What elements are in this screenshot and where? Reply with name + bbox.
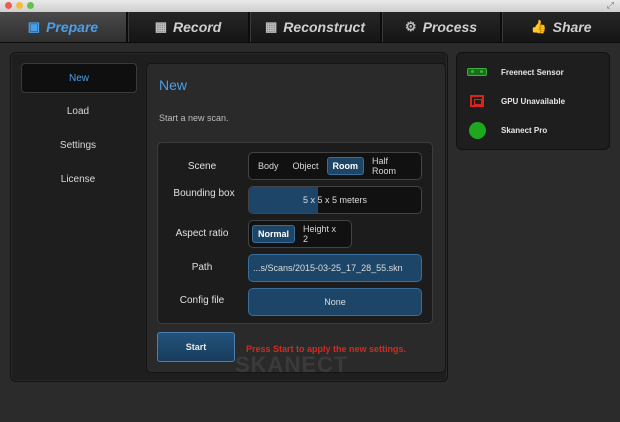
prepare-panel: New Load Settings License New Start a ne… (10, 52, 448, 382)
config-file-button[interactable]: None (248, 288, 422, 316)
gpu-icon (467, 92, 487, 110)
start-hint-text: Press Start to apply the new settings. (246, 344, 407, 354)
config-file-value: None (324, 297, 346, 307)
minimize-window-button[interactable] (16, 2, 23, 9)
aspect-option-height-x2[interactable]: Height x 2 (297, 220, 346, 248)
fullscreen-icon[interactable]: ⤢ (607, 0, 614, 11)
tab-share[interactable]: 👍 Share (502, 12, 620, 42)
prepare-icon: ▣ (27, 19, 41, 34)
zoom-window-button[interactable] (27, 2, 34, 9)
page-title: New (159, 77, 188, 93)
tab-process[interactable]: ⚙ Process (382, 12, 500, 42)
page-subtitle: Start a new scan. (159, 113, 229, 123)
film-icon: ▦ (265, 19, 278, 34)
scene-option-object[interactable]: Object (287, 157, 325, 175)
aspect-option-normal[interactable]: Normal (252, 225, 296, 243)
sidebar-item-new[interactable]: New (21, 63, 137, 93)
window-titlebar: ⤢ (0, 0, 620, 12)
tab-label: Reconstruct (283, 19, 365, 35)
status-label: GPU Unavailable (501, 96, 566, 106)
license-icon (467, 121, 487, 139)
status-row-license: Skanect Pro (457, 119, 609, 141)
scene-option-body[interactable]: Body (252, 157, 285, 175)
tab-label: Record (173, 19, 222, 35)
thumbs-up-icon: 👍 (530, 19, 547, 34)
bounding-box-slider[interactable]: 5 x 5 x 5 meters (248, 186, 422, 214)
tab-label: Prepare (46, 19, 99, 35)
scan-settings-form: Scene Body Object Room Half Room Boundin… (157, 142, 433, 324)
main-tab-bar: ▣ Prepare ▦ Record ▦ Reconstruct ⚙ Proce… (0, 12, 620, 43)
status-row-sensor: Freenect Sensor (457, 61, 609, 83)
status-row-gpu: GPU Unavailable (457, 90, 609, 112)
tab-label: Process (422, 19, 478, 35)
film-icon: ▦ (154, 19, 168, 34)
device-status-panel: Freenect Sensor GPU Unavailable Skanect … (456, 52, 610, 150)
scene-label: Scene (187, 161, 217, 172)
start-button[interactable]: Start (157, 332, 235, 362)
sidebar-item-load[interactable]: Load (21, 97, 135, 125)
config-file-label: Config file (179, 295, 225, 306)
close-window-button[interactable] (5, 2, 12, 9)
scene-option-half-room[interactable]: Half Room (366, 152, 416, 180)
aspect-ratio-label: Aspect ratio (175, 228, 229, 239)
tab-label: Share (552, 19, 592, 35)
path-value: ...s/Scans/2015-03-25_17_28_55.skn (253, 263, 403, 273)
scene-option-room[interactable]: Room (326, 157, 365, 175)
new-scan-card: New Start a new scan. SKANECT Scene Body… (146, 63, 446, 377)
bounding-box-label: Bounding box (173, 188, 235, 199)
path-field[interactable]: ...s/Scans/2015-03-25_17_28_55.skn (248, 254, 422, 282)
tab-prepare[interactable]: ▣ Prepare (0, 12, 126, 42)
sensor-icon (467, 63, 487, 81)
skanect-watermark: SKANECT (235, 352, 349, 377)
tab-record[interactable]: ▦ Record (128, 12, 248, 42)
sidebar-item-settings[interactable]: Settings (21, 131, 135, 159)
aspect-ratio-selector: Normal Height x 2 (248, 220, 352, 248)
bounding-box-value: 5 x 5 x 5 meters (302, 195, 368, 205)
scene-selector: Body Object Room Half Room (248, 152, 422, 180)
path-label: Path (191, 262, 213, 273)
gears-icon: ⚙ (404, 19, 417, 34)
sidebar-item-license[interactable]: License (21, 165, 135, 193)
status-label: Skanect Pro (501, 125, 548, 135)
status-label: Freenect Sensor (501, 67, 564, 77)
tab-reconstruct[interactable]: ▦ Reconstruct (250, 12, 380, 42)
